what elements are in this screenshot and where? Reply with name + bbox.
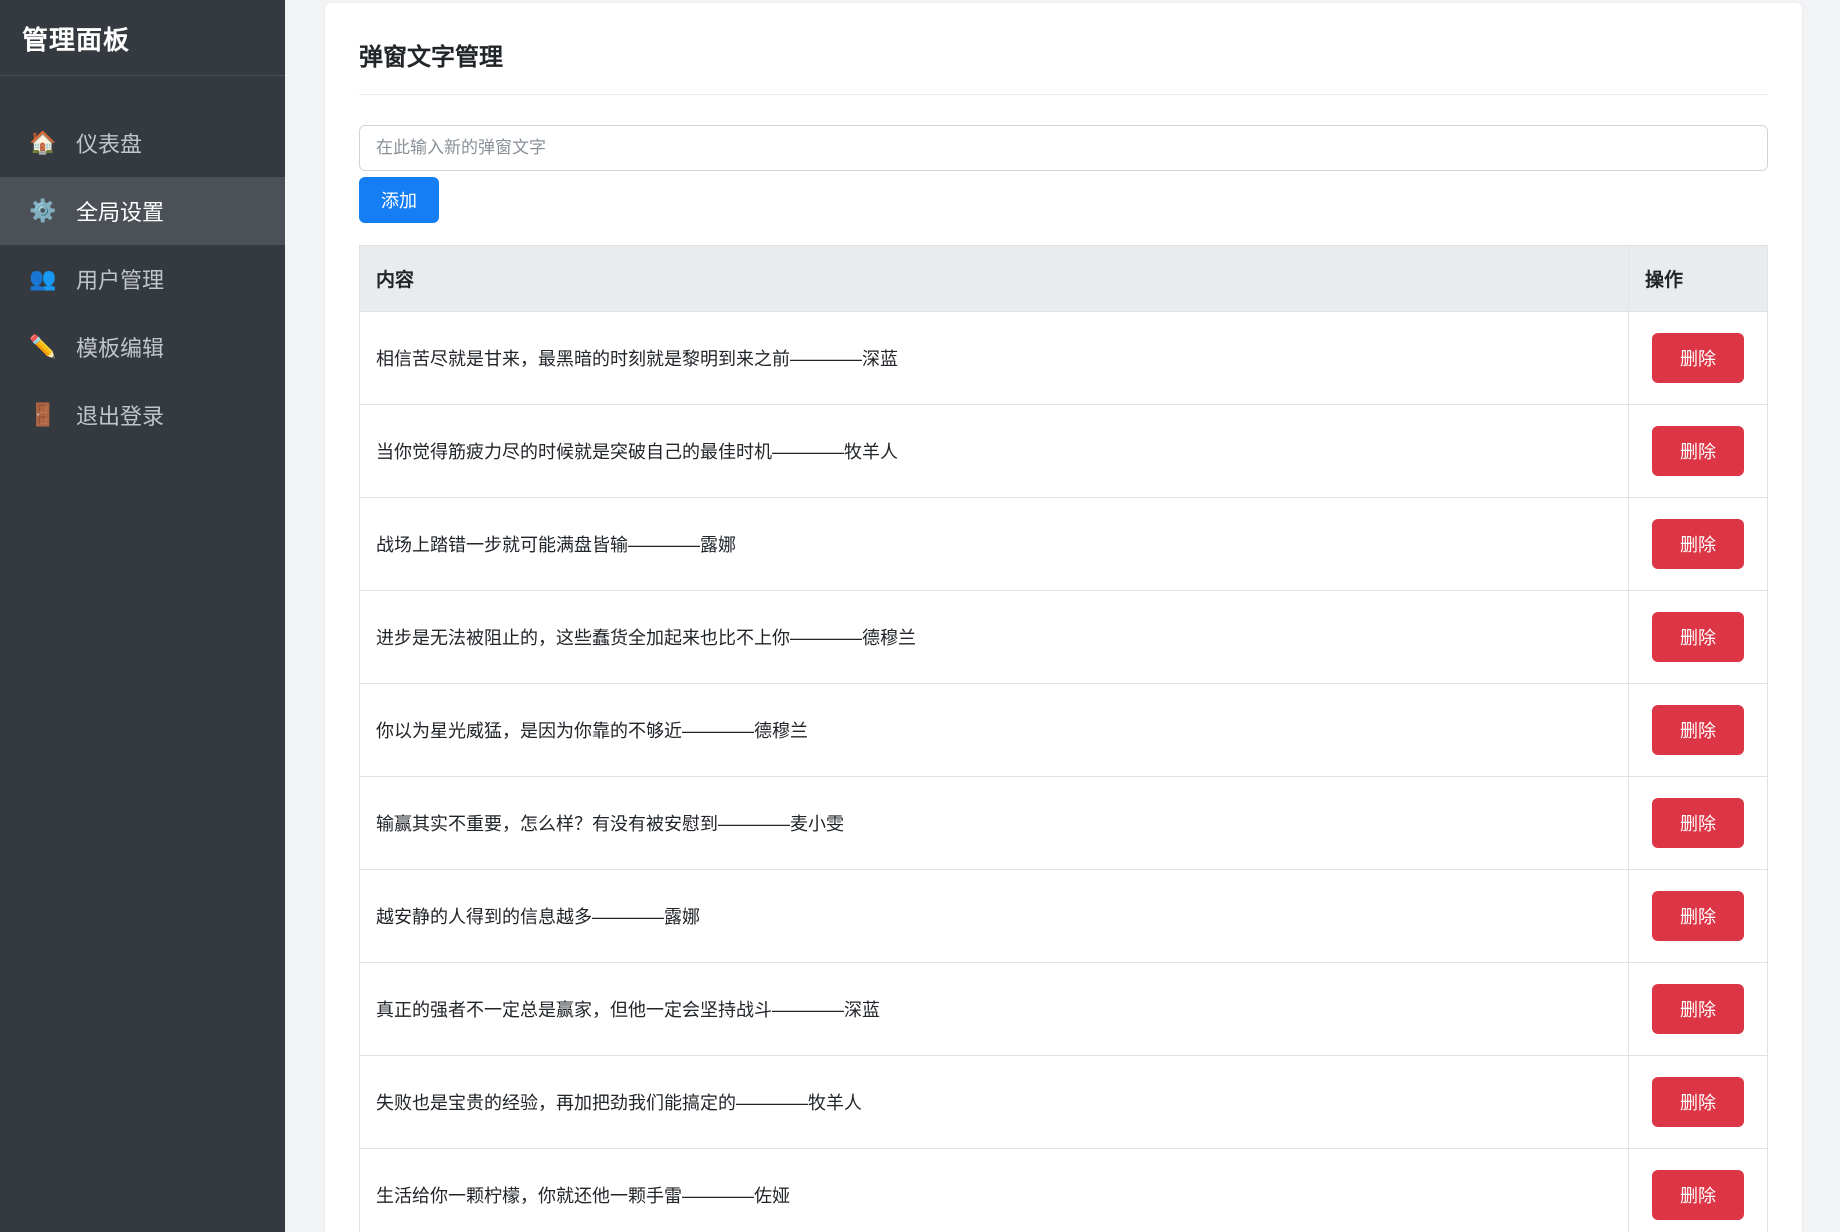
popup-text-cell: 进步是无法被阻止的，这些蠢货全加起来也比不上你————德穆兰 (360, 591, 1629, 684)
action-cell: 删除 (1629, 870, 1768, 963)
popup-text-cell: 你以为星光威猛，是因为你靠的不够近————德穆兰 (360, 684, 1629, 777)
delete-button[interactable]: 删除 (1652, 426, 1744, 476)
sidebar-item-label: 模板编辑 (76, 331, 164, 363)
sidebar: 管理面板 🏠 仪表盘 ⚙️ 全局设置 👥 用户管理 ✏️ 模板编辑 🚪 退出登录 (0, 0, 285, 1232)
door-icon: 🚪 (28, 402, 58, 428)
table-row: 进步是无法被阻止的，这些蠢货全加起来也比不上你————德穆兰 删除 (360, 591, 1768, 684)
sidebar-item-label: 全局设置 (76, 195, 164, 227)
action-cell: 删除 (1629, 1149, 1768, 1232)
popup-text-cell: 越安静的人得到的信息越多————露娜 (360, 870, 1629, 963)
sidebar-item-label: 退出登录 (76, 399, 164, 431)
page-title: 弹窗文字管理 (359, 37, 1768, 72)
action-cell: 删除 (1629, 312, 1768, 405)
add-button[interactable]: 添加 (359, 177, 439, 223)
delete-button[interactable]: 删除 (1652, 612, 1744, 662)
delete-button[interactable]: 删除 (1652, 891, 1744, 941)
sidebar-item-label: 仪表盘 (76, 127, 142, 159)
new-popup-text-input[interactable] (359, 125, 1768, 171)
delete-button[interactable]: 删除 (1652, 798, 1744, 848)
table-header-row: 内容 操作 (360, 246, 1768, 312)
sidebar-nav: 🏠 仪表盘 ⚙️ 全局设置 👥 用户管理 ✏️ 模板编辑 🚪 退出登录 (0, 109, 285, 449)
popup-text-cell: 当你觉得筋疲力尽的时候就是突破自己的最佳时机————牧羊人 (360, 405, 1629, 498)
action-cell: 删除 (1629, 498, 1768, 591)
gear-icon: ⚙️ (28, 198, 58, 224)
delete-button[interactable]: 删除 (1652, 1170, 1744, 1220)
popup-text-cell: 生活给你一颗柠檬，你就还他一颗手雷————佐娅 (360, 1149, 1629, 1232)
action-cell: 删除 (1629, 684, 1768, 777)
action-cell: 删除 (1629, 1056, 1768, 1149)
table-row: 相信苦尽就是甘来，最黑暗的时刻就是黎明到来之前————深蓝 删除 (360, 312, 1768, 405)
sidebar-item-template-edit[interactable]: ✏️ 模板编辑 (0, 313, 285, 381)
delete-button[interactable]: 删除 (1652, 333, 1744, 383)
delete-button[interactable]: 删除 (1652, 984, 1744, 1034)
popup-text-cell: 失败也是宝贵的经验，再加把劲我们能搞定的————牧羊人 (360, 1056, 1629, 1149)
sidebar-item-user-management[interactable]: 👥 用户管理 (0, 245, 285, 313)
sidebar-item-label: 用户管理 (76, 263, 164, 295)
users-icon: 👥 (28, 266, 58, 292)
delete-button[interactable]: 删除 (1652, 705, 1744, 755)
table-row: 战场上踏错一步就可能满盘皆输————露娜 删除 (360, 498, 1768, 591)
action-cell: 删除 (1629, 777, 1768, 870)
popup-text-management-card: 弹窗文字管理 添加 内容 操作 相信苦尽就是甘来，最黑暗的时刻就是黎明到来之前—… (325, 3, 1802, 1232)
table-row: 当你觉得筋疲力尽的时候就是突破自己的最佳时机————牧羊人 删除 (360, 405, 1768, 498)
app-title: 管理面板 (0, 0, 285, 76)
content-column-header: 内容 (360, 246, 1629, 312)
popup-text-cell: 真正的强者不一定总是赢家，但他一定会坚持战斗————深蓝 (360, 963, 1629, 1056)
table-row: 越安静的人得到的信息越多————露娜 删除 (360, 870, 1768, 963)
pencil-icon: ✏️ (28, 334, 58, 360)
table-row: 输赢其实不重要，怎么样？有没有被安慰到————麦小雯 删除 (360, 777, 1768, 870)
table-row: 你以为星光威猛，是因为你靠的不够近————德穆兰 删除 (360, 684, 1768, 777)
popup-text-cell: 输赢其实不重要，怎么样？有没有被安慰到————麦小雯 (360, 777, 1629, 870)
popup-text-cell: 相信苦尽就是甘来，最黑暗的时刻就是黎明到来之前————深蓝 (360, 312, 1629, 405)
action-cell: 删除 (1629, 405, 1768, 498)
action-cell: 删除 (1629, 963, 1768, 1056)
table-row: 生活给你一颗柠檬，你就还他一颗手雷————佐娅 删除 (360, 1149, 1768, 1232)
action-column-header: 操作 (1629, 246, 1768, 312)
sidebar-item-global-settings[interactable]: ⚙️ 全局设置 (0, 177, 285, 245)
home-icon: 🏠 (28, 130, 58, 156)
sidebar-item-logout[interactable]: 🚪 退出登录 (0, 381, 285, 449)
delete-button[interactable]: 删除 (1652, 1077, 1744, 1127)
delete-button[interactable]: 删除 (1652, 519, 1744, 569)
popup-text-table: 内容 操作 相信苦尽就是甘来，最黑暗的时刻就是黎明到来之前————深蓝 删除 当… (359, 245, 1768, 1232)
title-divider (359, 94, 1768, 95)
main-content: 弹窗文字管理 添加 内容 操作 相信苦尽就是甘来，最黑暗的时刻就是黎明到来之前—… (285, 3, 1840, 1232)
action-cell: 删除 (1629, 591, 1768, 684)
table-row: 失败也是宝贵的经验，再加把劲我们能搞定的————牧羊人 删除 (360, 1056, 1768, 1149)
sidebar-item-dashboard[interactable]: 🏠 仪表盘 (0, 109, 285, 177)
popup-text-cell: 战场上踏错一步就可能满盘皆输————露娜 (360, 498, 1629, 591)
table-row: 真正的强者不一定总是赢家，但他一定会坚持战斗————深蓝 删除 (360, 963, 1768, 1056)
